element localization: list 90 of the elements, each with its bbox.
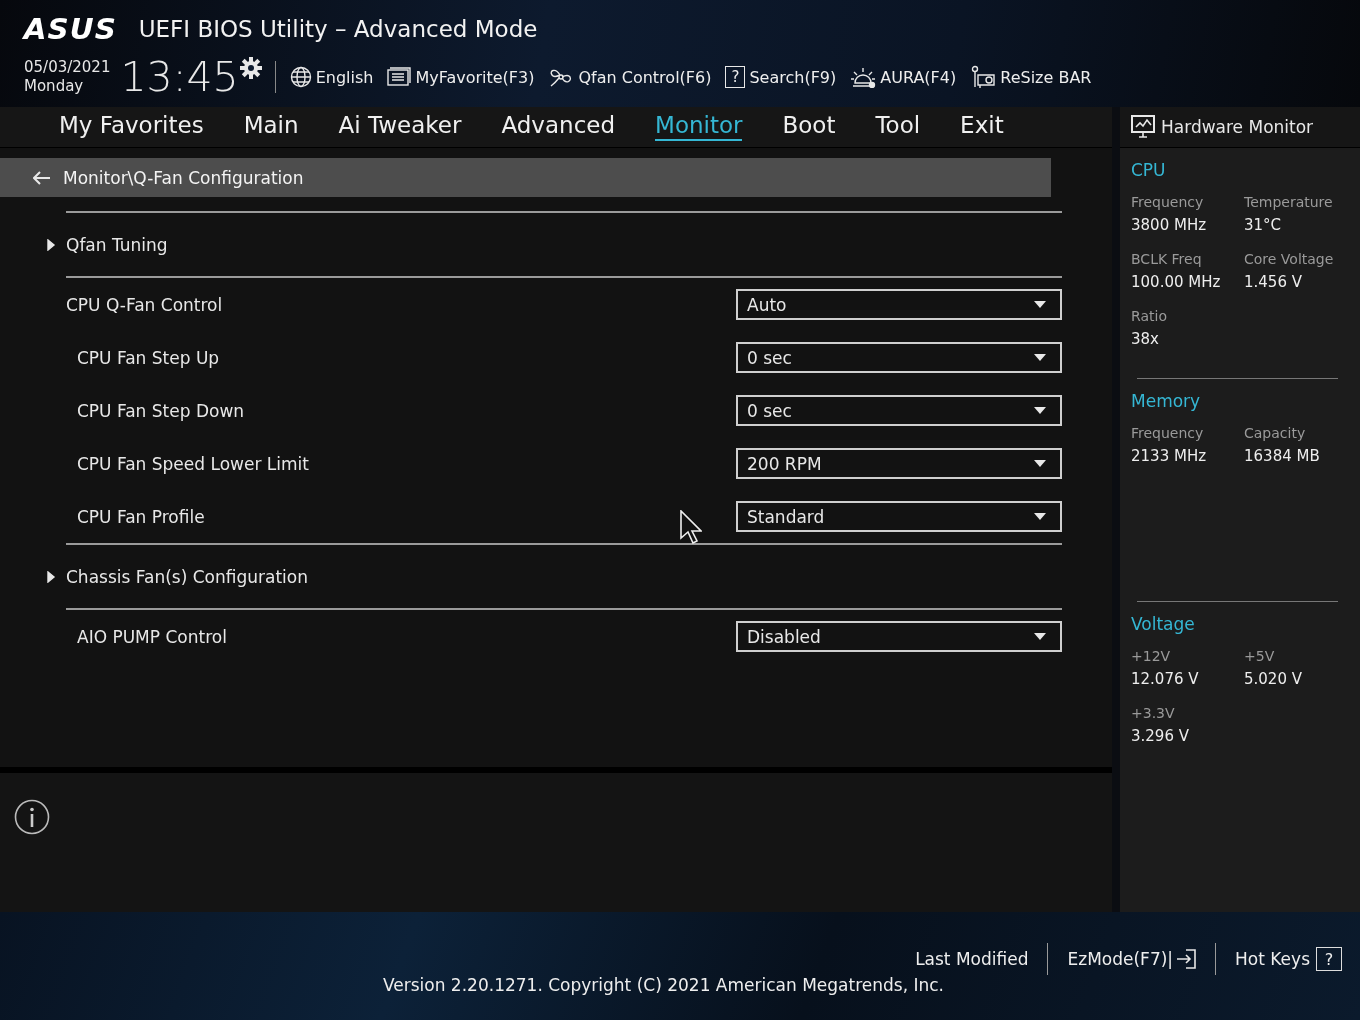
toolbar-button[interactable]: ReSize BAR bbox=[970, 65, 1092, 89]
setting-label: CPU Fan Step Up bbox=[76, 347, 220, 368]
settings-icon[interactable] bbox=[238, 56, 263, 80]
stat-value: 5.020 V bbox=[1244, 670, 1303, 688]
menu-tab[interactable]: Advanced bbox=[501, 112, 616, 141]
stat-value: 12.076 V bbox=[1131, 670, 1200, 688]
dropdown-value: Disabled bbox=[747, 626, 821, 647]
stat-value: 31°C bbox=[1244, 216, 1283, 234]
stat-value: 1.456 V bbox=[1244, 273, 1303, 291]
menu-tab[interactable]: Main bbox=[243, 112, 299, 141]
list-icon[interactable] bbox=[387, 67, 412, 87]
version-text: Version 2.20.1271. Copyright (C) 2021 American Megatrends, Inc. bbox=[382, 975, 945, 995]
stat-label: +5V bbox=[1244, 648, 1276, 664]
dropdown-value: 0 sec bbox=[747, 347, 792, 368]
dropdown-value: Auto bbox=[747, 294, 787, 315]
setting-label: CPU Fan Speed Lower Limit bbox=[76, 453, 309, 474]
stat-label: Temperature bbox=[1244, 194, 1334, 210]
submenu-label[interactable]: Chassis Fan(s) Configuration bbox=[66, 566, 308, 587]
dropdown-value: 200 RPM bbox=[747, 453, 822, 474]
setting-label: CPU Fan Step Down bbox=[76, 400, 245, 421]
help-icon[interactable]: ? bbox=[1316, 947, 1342, 971]
section-title: CPU bbox=[1131, 160, 1167, 180]
stat-label: Core Voltage bbox=[1244, 251, 1335, 267]
toolbar-button[interactable]: MyFavorite(F3) bbox=[387, 67, 535, 87]
info-icon bbox=[14, 799, 50, 835]
submenu-item[interactable]: Chassis Fan(s) Configuration bbox=[46, 545, 308, 608]
stat-label: Frequency bbox=[1131, 194, 1205, 210]
dropdown[interactable]: 0 sec bbox=[736, 395, 1062, 426]
stat-label: Capacity bbox=[1244, 425, 1307, 441]
globe-icon[interactable] bbox=[289, 66, 312, 88]
help-icon[interactable]: ? bbox=[725, 66, 746, 88]
stat-value: 3800 MHz bbox=[1131, 216, 1208, 234]
stat-value: 2133 MHz bbox=[1131, 447, 1208, 465]
window-title: UEFI BIOS Utility – Advanced Mode bbox=[138, 16, 538, 42]
stat-label: Frequency bbox=[1131, 425, 1205, 441]
section-title: Voltage bbox=[1131, 614, 1196, 634]
panel-title: Hardware Monitor bbox=[1161, 117, 1314, 137]
ezmode-button[interactable]: EzMode(F7)| bbox=[1067, 949, 1197, 969]
stat-value: 3.296 V bbox=[1131, 727, 1190, 745]
mouse-pointer-icon bbox=[680, 510, 702, 544]
chevron-right-icon[interactable] bbox=[46, 238, 56, 251]
submenu-item[interactable]: Qfan Tuning bbox=[46, 213, 168, 276]
dropdown-value: Standard bbox=[747, 506, 825, 527]
caret-down-icon bbox=[1034, 513, 1046, 520]
graphics-card-icon[interactable] bbox=[970, 65, 997, 89]
last-modified-button[interactable]: Last Modified bbox=[915, 949, 1029, 969]
setting-label: CPU Fan Profile bbox=[76, 506, 205, 527]
asus-logo: ASUS bbox=[23, 12, 117, 46]
stat-value: 16384 MB bbox=[1244, 447, 1321, 465]
toolbar-button[interactable]: AURA(F4) bbox=[850, 66, 957, 88]
section-title: Memory bbox=[1131, 391, 1202, 411]
toolbar-button[interactable]: English bbox=[289, 66, 374, 88]
menu-tab[interactable]: Monitor bbox=[655, 112, 743, 141]
toolbar-button[interactable]: Qfan Control(F6) bbox=[548, 66, 712, 88]
setting-label: AIO PUMP Control bbox=[76, 626, 227, 647]
dropdown[interactable]: 0 sec bbox=[736, 342, 1062, 373]
chevron-right-icon[interactable] bbox=[46, 570, 56, 583]
caret-down-icon bbox=[1034, 354, 1046, 361]
caret-down-icon bbox=[1034, 633, 1046, 640]
menu-tab[interactable]: Tool bbox=[875, 112, 921, 141]
exit-arrow-icon[interactable] bbox=[1176, 949, 1197, 969]
dropdown[interactable]: Standard bbox=[736, 501, 1062, 532]
breadcrumb-text: Monitor\Q-Fan Configuration bbox=[63, 167, 304, 188]
menu-tab[interactable]: Boot bbox=[782, 112, 836, 141]
stat-label: +12V bbox=[1131, 648, 1172, 664]
dropdown[interactable]: 200 RPM bbox=[736, 448, 1062, 479]
dropdown[interactable]: Disabled bbox=[736, 621, 1062, 652]
caret-down-icon bbox=[1034, 460, 1046, 467]
caret-down-icon bbox=[1034, 301, 1046, 308]
stat-label: +3.3V bbox=[1131, 705, 1176, 721]
search-button[interactable]: ? Search(F9) bbox=[725, 66, 837, 88]
stat-label: Ratio bbox=[1131, 308, 1168, 324]
menu-tab[interactable]: Ai Tweaker bbox=[338, 112, 462, 141]
back-arrow-icon[interactable] bbox=[33, 170, 51, 185]
hot-keys-button[interactable]: Hot Keys ? bbox=[1235, 947, 1342, 971]
light-icon[interactable] bbox=[850, 66, 877, 88]
date-text: 05/03/2021 bbox=[24, 58, 111, 77]
setting-label: CPU Q-Fan Control bbox=[65, 294, 223, 315]
submenu-label[interactable]: Qfan Tuning bbox=[66, 234, 168, 255]
stat-value: 100.00 MHz bbox=[1131, 273, 1222, 291]
monitor-icon bbox=[1131, 115, 1157, 139]
menu-tab[interactable]: Exit bbox=[960, 112, 1004, 141]
stat-label: BCLK Freq bbox=[1131, 251, 1203, 267]
dropdown[interactable]: Auto bbox=[736, 289, 1062, 320]
dropdown-value: 0 sec bbox=[747, 400, 792, 421]
menu-tab[interactable]: My Favorites bbox=[59, 112, 204, 141]
clock-time: 13:45 bbox=[120, 54, 239, 100]
caret-down-icon bbox=[1034, 407, 1046, 414]
stat-value: 38x bbox=[1131, 330, 1160, 348]
weekday-text: Monday bbox=[24, 77, 85, 96]
